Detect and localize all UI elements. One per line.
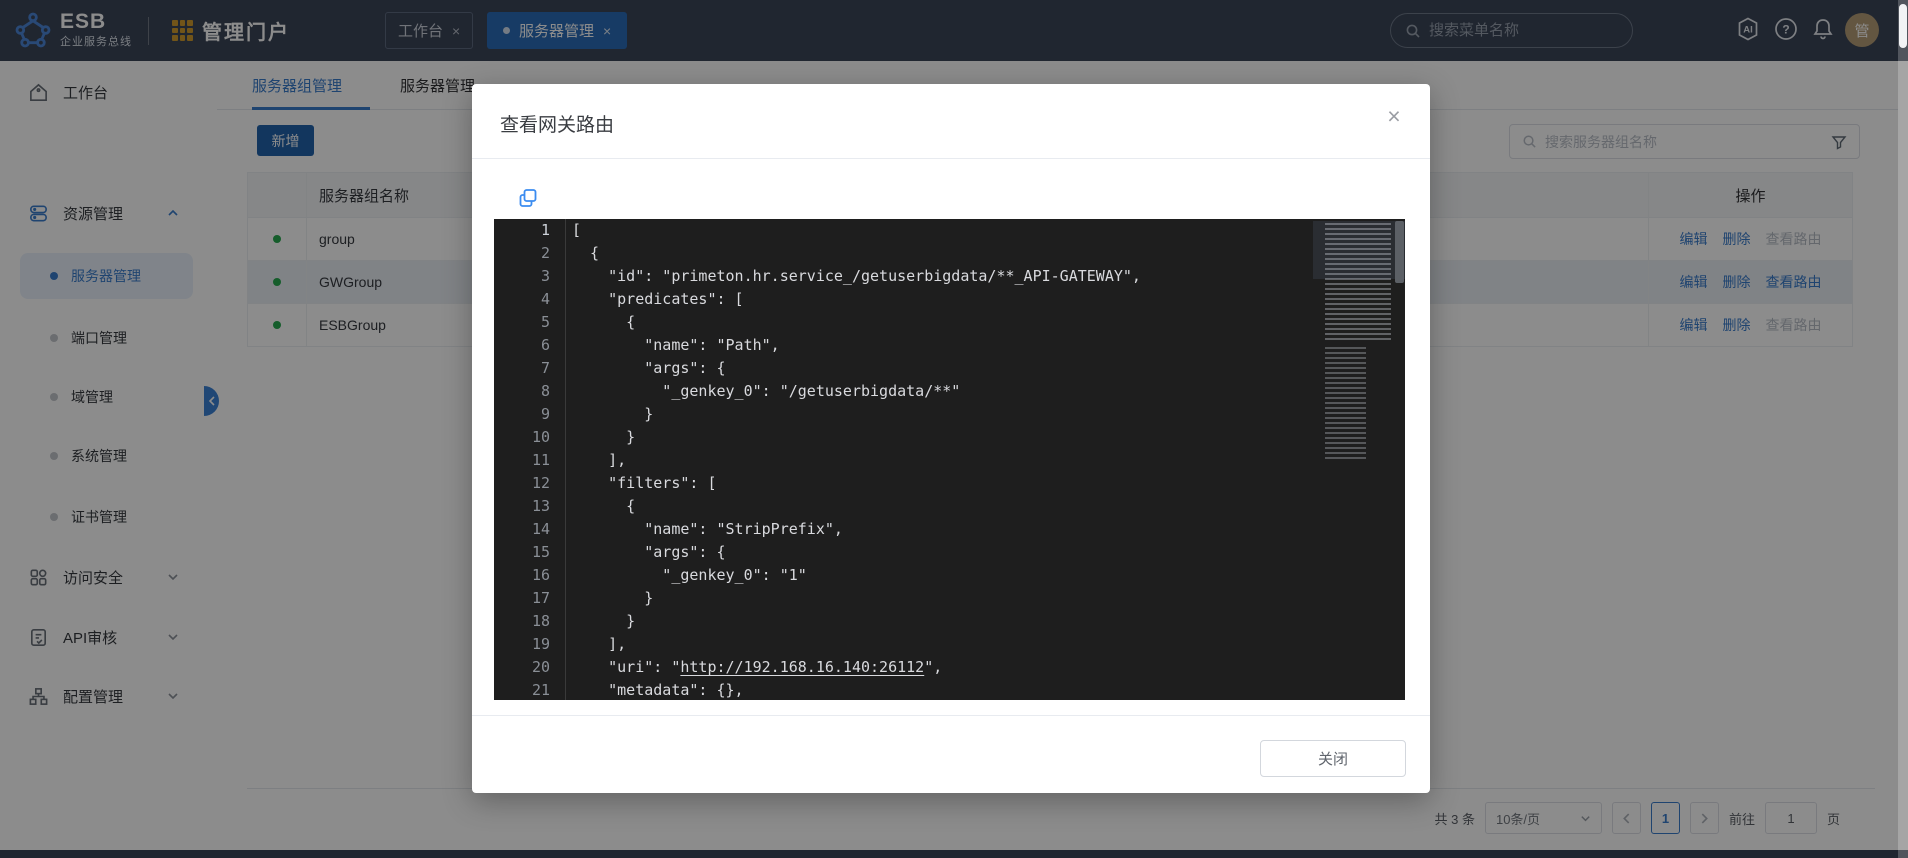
code-line: 7 "args": { — [494, 357, 1405, 380]
gateway-route-code-editor[interactable]: 1[2 {3 "id": "primeton.hr.service_/getus… — [494, 219, 1405, 700]
code-line: 2 { — [494, 242, 1405, 265]
close-dialog-button[interactable]: 关闭 — [1260, 740, 1406, 777]
code-line: 17 } — [494, 587, 1405, 610]
code-lines: 1[2 {3 "id": "primeton.hr.service_/getus… — [494, 219, 1405, 700]
code-scrollbar-thumb[interactable] — [1395, 221, 1404, 283]
page-scrollbar[interactable] — [1898, 0, 1908, 858]
view-gateway-route-dialog: 查看网关路由 × 1[2 {3 "id": "primeton.hr.servi… — [472, 84, 1430, 793]
code-line: 20 "uri": "http://192.168.16.140:26112", — [494, 656, 1405, 679]
code-line: 6 "name": "Path", — [494, 334, 1405, 357]
code-line: 15 "args": { — [494, 541, 1405, 564]
code-line: 12 "filters": [ — [494, 472, 1405, 495]
dialog-footer: 关闭 — [472, 715, 1430, 793]
dialog-header: 查看网关路由 × — [472, 84, 1430, 159]
close-icon[interactable]: × — [1380, 102, 1408, 130]
code-line: 5 { — [494, 311, 1405, 334]
code-line: 16 "_genkey_0": "1" — [494, 564, 1405, 587]
code-line: 9 } — [494, 403, 1405, 426]
scrollbar-thumb[interactable] — [1899, 4, 1907, 48]
code-line: 19 ], — [494, 633, 1405, 656]
code-line: 11 ], — [494, 449, 1405, 472]
copy-icon[interactable] — [517, 187, 539, 209]
code-line: 21 "metadata": {}, — [494, 679, 1405, 700]
code-line: 8 "_genkey_0": "/getuserbigdata/**" — [494, 380, 1405, 403]
gutter-separator — [565, 219, 566, 700]
code-line: 18 } — [494, 610, 1405, 633]
code-line: 10 } — [494, 426, 1405, 449]
code-line: 3 "id": "primeton.hr.service_/getuserbig… — [494, 265, 1405, 288]
code-line: 1[ — [494, 219, 1405, 242]
code-line: 14 "name": "StripPrefix", — [494, 518, 1405, 541]
dialog-title: 查看网关路由 — [500, 110, 614, 137]
code-line: 13 { — [494, 495, 1405, 518]
code-line: 4 "predicates": [ — [494, 288, 1405, 311]
code-minimap[interactable] — [1325, 223, 1391, 485]
